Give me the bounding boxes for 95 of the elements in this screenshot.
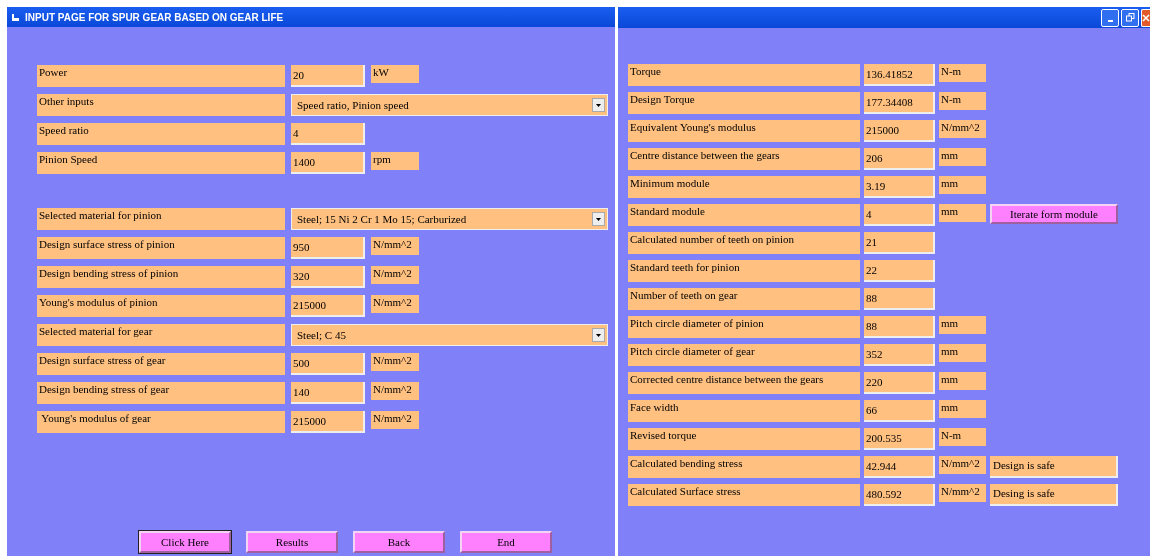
dropdown-arrow-icon [596,103,601,107]
field-label: Other inputs [37,94,285,116]
unit-label: N/mm^2 [939,484,986,502]
unit-label: N/mm^2 [939,120,986,138]
unit-label: N/mm^2 [371,353,419,371]
result-label: Standard teeth for pinion [628,260,860,282]
field-label: Power [37,65,285,87]
minimize-button[interactable] [1101,8,1119,27]
field-label: Design bending stress of pinion [37,266,285,288]
dropdown[interactable]: Steel; C 45 [291,324,608,346]
unit-label: N/mm^2 [371,266,419,284]
result-label: Calculated bending stress [628,456,860,478]
field-label: Design surface stress of gear [37,353,285,375]
unit-label: mm [939,344,986,362]
input-field[interactable]: 215000 [291,411,365,433]
result-field: 22 [864,260,935,282]
unit-label: mm [939,372,986,390]
status-field: Design is safe [990,456,1118,478]
minimize-icon [1107,20,1113,22]
unit-label: N-m [939,92,986,110]
result-label: Minimum module [628,176,860,198]
result-field: 206 [864,148,935,170]
result-field: 3.19 [864,176,935,198]
unit-label: N/mm^2 [371,295,419,313]
status-field: Desing is safe [990,484,1118,506]
field-label: Design bending stress of gear [37,382,285,404]
app-icon [11,12,20,22]
result-label: Revised torque [628,428,860,450]
unit-label: rpm [371,152,419,170]
action-button[interactable]: Back [353,531,445,553]
result-field: 42.944 [864,456,935,478]
result-field: 88 [864,288,935,310]
result-field: 88 [864,316,935,338]
field-label: Selected material for gear [37,324,285,346]
input-field[interactable]: 140 [291,382,365,404]
result-field: 136.41852 [864,64,935,86]
dropdown-arrow-icon [596,333,601,337]
result-field: 480.592 [864,484,935,506]
unit-label: kW [371,65,419,83]
unit-label: N-m [939,428,986,446]
result-field: 177.34408 [864,92,935,114]
unit-label: mm [939,400,986,418]
input-field[interactable]: 1400 [291,152,365,174]
result-field: 200.535 [864,428,935,450]
result-field: 220 [864,372,935,394]
unit-label: N/mm^2 [371,411,419,429]
unit-label: N-m [939,64,986,82]
dropdown[interactable]: Steel; 15 Ni 2 Cr 1 Mo 15; Carburized [291,208,608,230]
unit-label: N/mm^2 [939,456,986,474]
field-label: Design surface stress of pinion [37,237,285,259]
field-label: Speed ratio [37,123,285,145]
field-label: Young's modulus of pinion [37,295,285,317]
result-field: 66 [864,400,935,422]
result-label: Corrected centre distance between the gears [628,372,860,394]
result-label: Face width [628,400,860,422]
unit-label: N/mm^2 [371,237,419,255]
action-button[interactable]: Results [246,531,338,553]
iterate-button[interactable]: Iterate form module [990,204,1118,224]
close-button[interactable] [1141,8,1150,27]
result-label: Number of teeth on gear [628,288,860,310]
result-field: 21 [864,232,935,254]
field-label: Young's modulus of gear [37,411,285,433]
result-label: Torque [628,64,860,86]
field-label: Pinion Speed [37,152,285,174]
close-icon [1142,13,1150,22]
input-field[interactable]: 500 [291,353,365,375]
result-field: 4 [864,204,935,226]
unit-label: mm [939,316,986,334]
dropdown[interactable]: Speed ratio, Pinion speed [291,94,608,116]
input-field[interactable]: 20 [291,65,365,87]
input-field[interactable]: 950 [291,237,365,259]
unit-label: mm [939,204,986,222]
action-button[interactable]: Click Here [139,531,231,553]
input-field[interactable]: 320 [291,266,365,288]
result-field: 352 [864,344,935,366]
restore-button[interactable] [1121,8,1139,27]
result-label: Calculated Surface stress [628,484,860,506]
result-label: Centre distance between the gears [628,148,860,170]
result-label: Standard module [628,204,860,226]
result-label: Design Torque [628,92,860,114]
result-label: Pitch circle diameter of pinion [628,316,860,338]
result-label: Calculated number of teeth on pinion [628,232,860,254]
window-title: INPUT PAGE FOR SPUR GEAR BASED ON GEAR LIFE [25,11,284,23]
input-field[interactable]: 215000 [291,295,365,317]
field-label: Selected material for pinion [37,208,285,230]
input-field[interactable]: 4 [291,123,365,145]
unit-label: N/mm^2 [371,382,419,400]
unit-label: mm [939,176,986,194]
restore-icon [1125,13,1135,22]
result-field: 215000 [864,120,935,142]
dropdown-arrow-icon [596,217,601,221]
action-button[interactable]: End [460,531,552,553]
result-label: Equivalent Young's modulus [628,120,860,142]
unit-label: mm [939,148,986,166]
result-label: Pitch circle diameter of gear [628,344,860,366]
